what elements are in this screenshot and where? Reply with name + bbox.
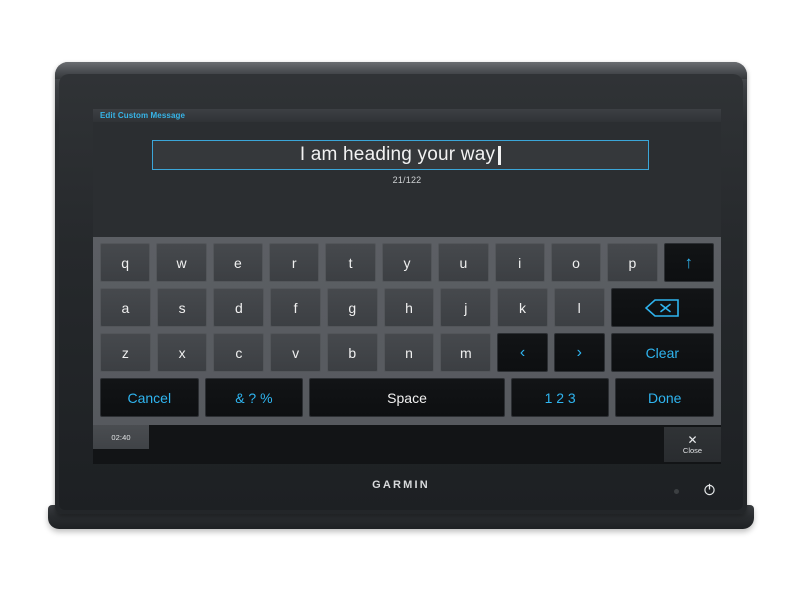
key-label: a — [121, 299, 130, 316]
on-screen-keyboard: q w e r t y u i o p ↑ a s d f g h j k l … — [93, 237, 721, 425]
key-symbols[interactable]: & ? % — [204, 378, 304, 417]
key-g[interactable]: g — [326, 288, 378, 327]
screen-titlebar: Edit Custom Message — [93, 109, 721, 122]
key-label: Space — [387, 389, 427, 406]
garmin-logo: GARMIN — [372, 479, 430, 491]
key-label: k — [519, 299, 526, 316]
key-x[interactable]: x — [156, 333, 208, 372]
key-label: o — [572, 254, 580, 271]
keyboard-row-1: q w e r t y u i o p ↑ — [100, 243, 714, 282]
key-label: e — [234, 254, 242, 271]
page-title: Edit Custom Message — [100, 111, 186, 120]
key-w[interactable]: w — [156, 243, 207, 282]
ambient-light-sensor — [674, 489, 679, 494]
key-z[interactable]: z — [100, 333, 151, 372]
key-o[interactable]: o — [550, 243, 602, 282]
garmin-chartplotter-device: Edit Custom Message I am heading your wa… — [55, 62, 747, 514]
key-done[interactable]: Done — [615, 378, 715, 417]
key-n[interactable]: n — [383, 333, 435, 372]
key-space[interactable]: Space — [309, 378, 505, 417]
key-label: c — [235, 344, 243, 361]
screenshot-root: Edit Custom Message I am heading your wa… — [0, 0, 800, 600]
key-label: s — [178, 299, 186, 316]
key-t[interactable]: t — [325, 243, 376, 282]
key-label: j — [464, 299, 468, 316]
keyboard-row-2: a s d f g h j k l — [100, 288, 714, 327]
key-label: b — [348, 344, 357, 361]
key-label: q — [121, 254, 130, 271]
key-b[interactable]: b — [326, 333, 378, 372]
chevron-right-icon: › — [576, 343, 582, 361]
key-label: v — [292, 344, 300, 361]
screen-statusbar: 02:40 ✕ Close — [93, 425, 721, 464]
key-label: y — [403, 254, 411, 271]
key-label: Done — [647, 389, 682, 406]
close-button-label: Close — [682, 445, 703, 455]
key-label: Cancel — [127, 389, 172, 406]
key-backspace[interactable] — [610, 288, 714, 327]
key-label: d — [234, 299, 243, 316]
power-button[interactable] — [703, 483, 716, 496]
key-y[interactable]: y — [381, 243, 433, 282]
key-label: z — [121, 344, 129, 361]
key-m[interactable]: m — [440, 333, 492, 372]
keyboard-row-3: z x c v b n m ‹ › Clear — [100, 333, 714, 372]
text-caret — [498, 145, 502, 165]
key-cursor-right[interactable]: › — [553, 333, 605, 372]
character-counter: 21/122 — [392, 175, 422, 185]
key-label: l — [577, 299, 581, 316]
key-label: Clear — [645, 344, 680, 361]
key-r[interactable]: r — [269, 243, 320, 282]
key-label: t — [348, 254, 353, 271]
key-q[interactable]: q — [100, 243, 151, 282]
close-button[interactable]: ✕ Close — [664, 427, 721, 462]
key-label: & ? % — [235, 389, 273, 406]
key-e[interactable]: e — [212, 243, 264, 282]
key-label: n — [405, 344, 413, 361]
close-x-icon: ✕ — [687, 432, 698, 447]
key-label: p — [628, 254, 637, 271]
key-h[interactable]: h — [383, 288, 435, 327]
key-cursor-left[interactable]: ‹ — [497, 333, 548, 372]
key-d[interactable]: d — [213, 288, 265, 327]
key-c[interactable]: c — [213, 333, 265, 372]
key-l[interactable]: l — [553, 288, 605, 327]
key-cancel[interactable]: Cancel — [100, 378, 199, 417]
key-i[interactable]: i — [494, 243, 545, 282]
key-label: i — [518, 254, 522, 271]
key-j[interactable]: j — [440, 288, 492, 327]
key-label: u — [459, 254, 468, 271]
key-label: h — [405, 299, 413, 316]
key-shift[interactable]: ↑ — [663, 243, 714, 282]
key-numbers[interactable]: 1 2 3 — [510, 378, 610, 417]
key-label: f — [293, 299, 298, 316]
key-label: w — [176, 254, 187, 271]
clock-indicator[interactable]: 02:40 — [93, 425, 149, 449]
key-s[interactable]: s — [156, 288, 208, 327]
message-compose-area: I am heading your way 21/122 — [93, 122, 721, 237]
key-label: x — [178, 344, 186, 361]
key-u[interactable]: u — [438, 243, 489, 282]
arrow-up-icon: ↑ — [684, 253, 694, 272]
key-label: 1 2 3 — [544, 389, 576, 406]
key-k[interactable]: k — [497, 288, 548, 327]
backspace-icon — [645, 298, 680, 317]
key-f[interactable]: f — [270, 288, 321, 327]
custom-message-input-value: I am heading your way — [299, 144, 496, 165]
key-label: r — [291, 254, 297, 271]
key-clear[interactable]: Clear — [610, 333, 714, 372]
key-v[interactable]: v — [270, 333, 321, 372]
key-label: g — [348, 299, 357, 316]
power-icon — [704, 483, 715, 496]
key-label: m — [459, 344, 472, 361]
custom-message-input[interactable]: I am heading your way — [152, 140, 649, 170]
key-a[interactable]: a — [100, 288, 151, 327]
key-p[interactable]: p — [607, 243, 658, 282]
keyboard-row-4: Cancel & ? % Space 1 2 3 Done — [100, 378, 715, 417]
display-screen: Edit Custom Message I am heading your wa… — [93, 109, 721, 464]
chevron-left-icon: ‹ — [519, 343, 526, 361]
